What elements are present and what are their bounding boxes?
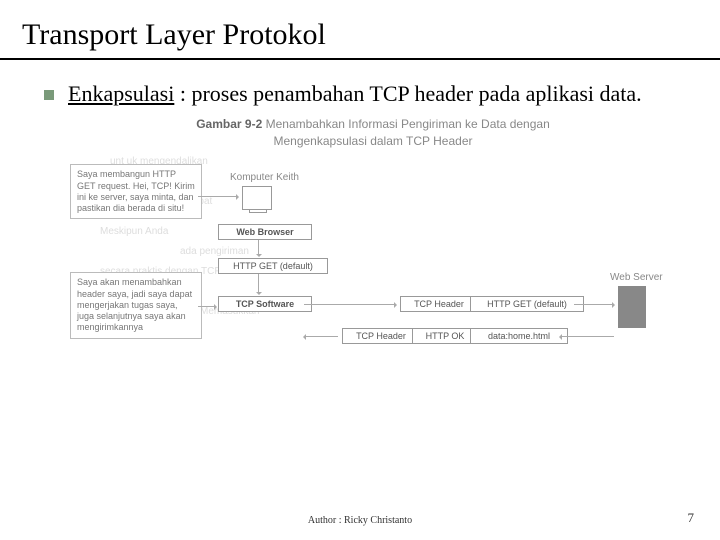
box-http-get-out: HTTP GET (default) — [470, 296, 584, 312]
box-data: data:home.html — [470, 328, 568, 344]
box-http-ok: HTTP OK — [412, 328, 478, 344]
box-web-browser: Web Browser — [218, 224, 312, 240]
box-tcp-header-in: TCP Header — [342, 328, 420, 344]
figure-caption-line1: Menambahkan Informasi Pengiriman ke Data… — [266, 117, 550, 131]
box-tcp-header-out: TCP Header — [400, 296, 478, 312]
figure-caption-line2: Mengenkapsulasi dalam TCP Header — [273, 134, 472, 148]
callout-http-get: Saya membangun HTTP GET request. Hei, TC… — [70, 164, 202, 219]
slide-title: Transport Layer Protokol — [0, 0, 720, 52]
figure-diagram: Saya membangun HTTP GET request. Hei, TC… — [70, 156, 676, 396]
connector — [258, 274, 259, 294]
connector — [258, 240, 259, 256]
box-http-get: HTTP GET (default) — [218, 258, 328, 274]
bullet-text: Enkapsulasi : proses penambahan TCP head… — [68, 80, 642, 108]
figure-number: Gambar 9-2 — [196, 117, 262, 131]
figure-caption: Gambar 9-2 Menambahkan Informasi Pengiri… — [70, 116, 676, 151]
bullet-icon — [44, 90, 54, 100]
author-text: Author : Ricky Christanto — [0, 515, 720, 526]
computer-icon — [242, 186, 272, 210]
slide-footer: Author : Ricky Christanto 7 — [0, 515, 720, 526]
bullet-item: Enkapsulasi : proses penambahan TCP head… — [44, 80, 676, 108]
callout-tcp-header: Saya akan menambahkan header saya, jadi … — [70, 272, 202, 338]
connector — [304, 304, 396, 305]
connector — [574, 304, 614, 305]
server-icon — [618, 286, 646, 328]
box-tcp-software: TCP Software — [218, 296, 312, 312]
connector — [198, 306, 216, 307]
label-webserver: Web Server — [610, 272, 663, 283]
connector — [560, 336, 614, 337]
page-number: 7 — [688, 510, 695, 526]
connector — [304, 336, 338, 337]
label-computer: Komputer Keith — [230, 172, 299, 183]
figure-9-2: unt uk mengendalikan ke destinasi yang t… — [70, 116, 676, 416]
connector — [198, 196, 238, 197]
